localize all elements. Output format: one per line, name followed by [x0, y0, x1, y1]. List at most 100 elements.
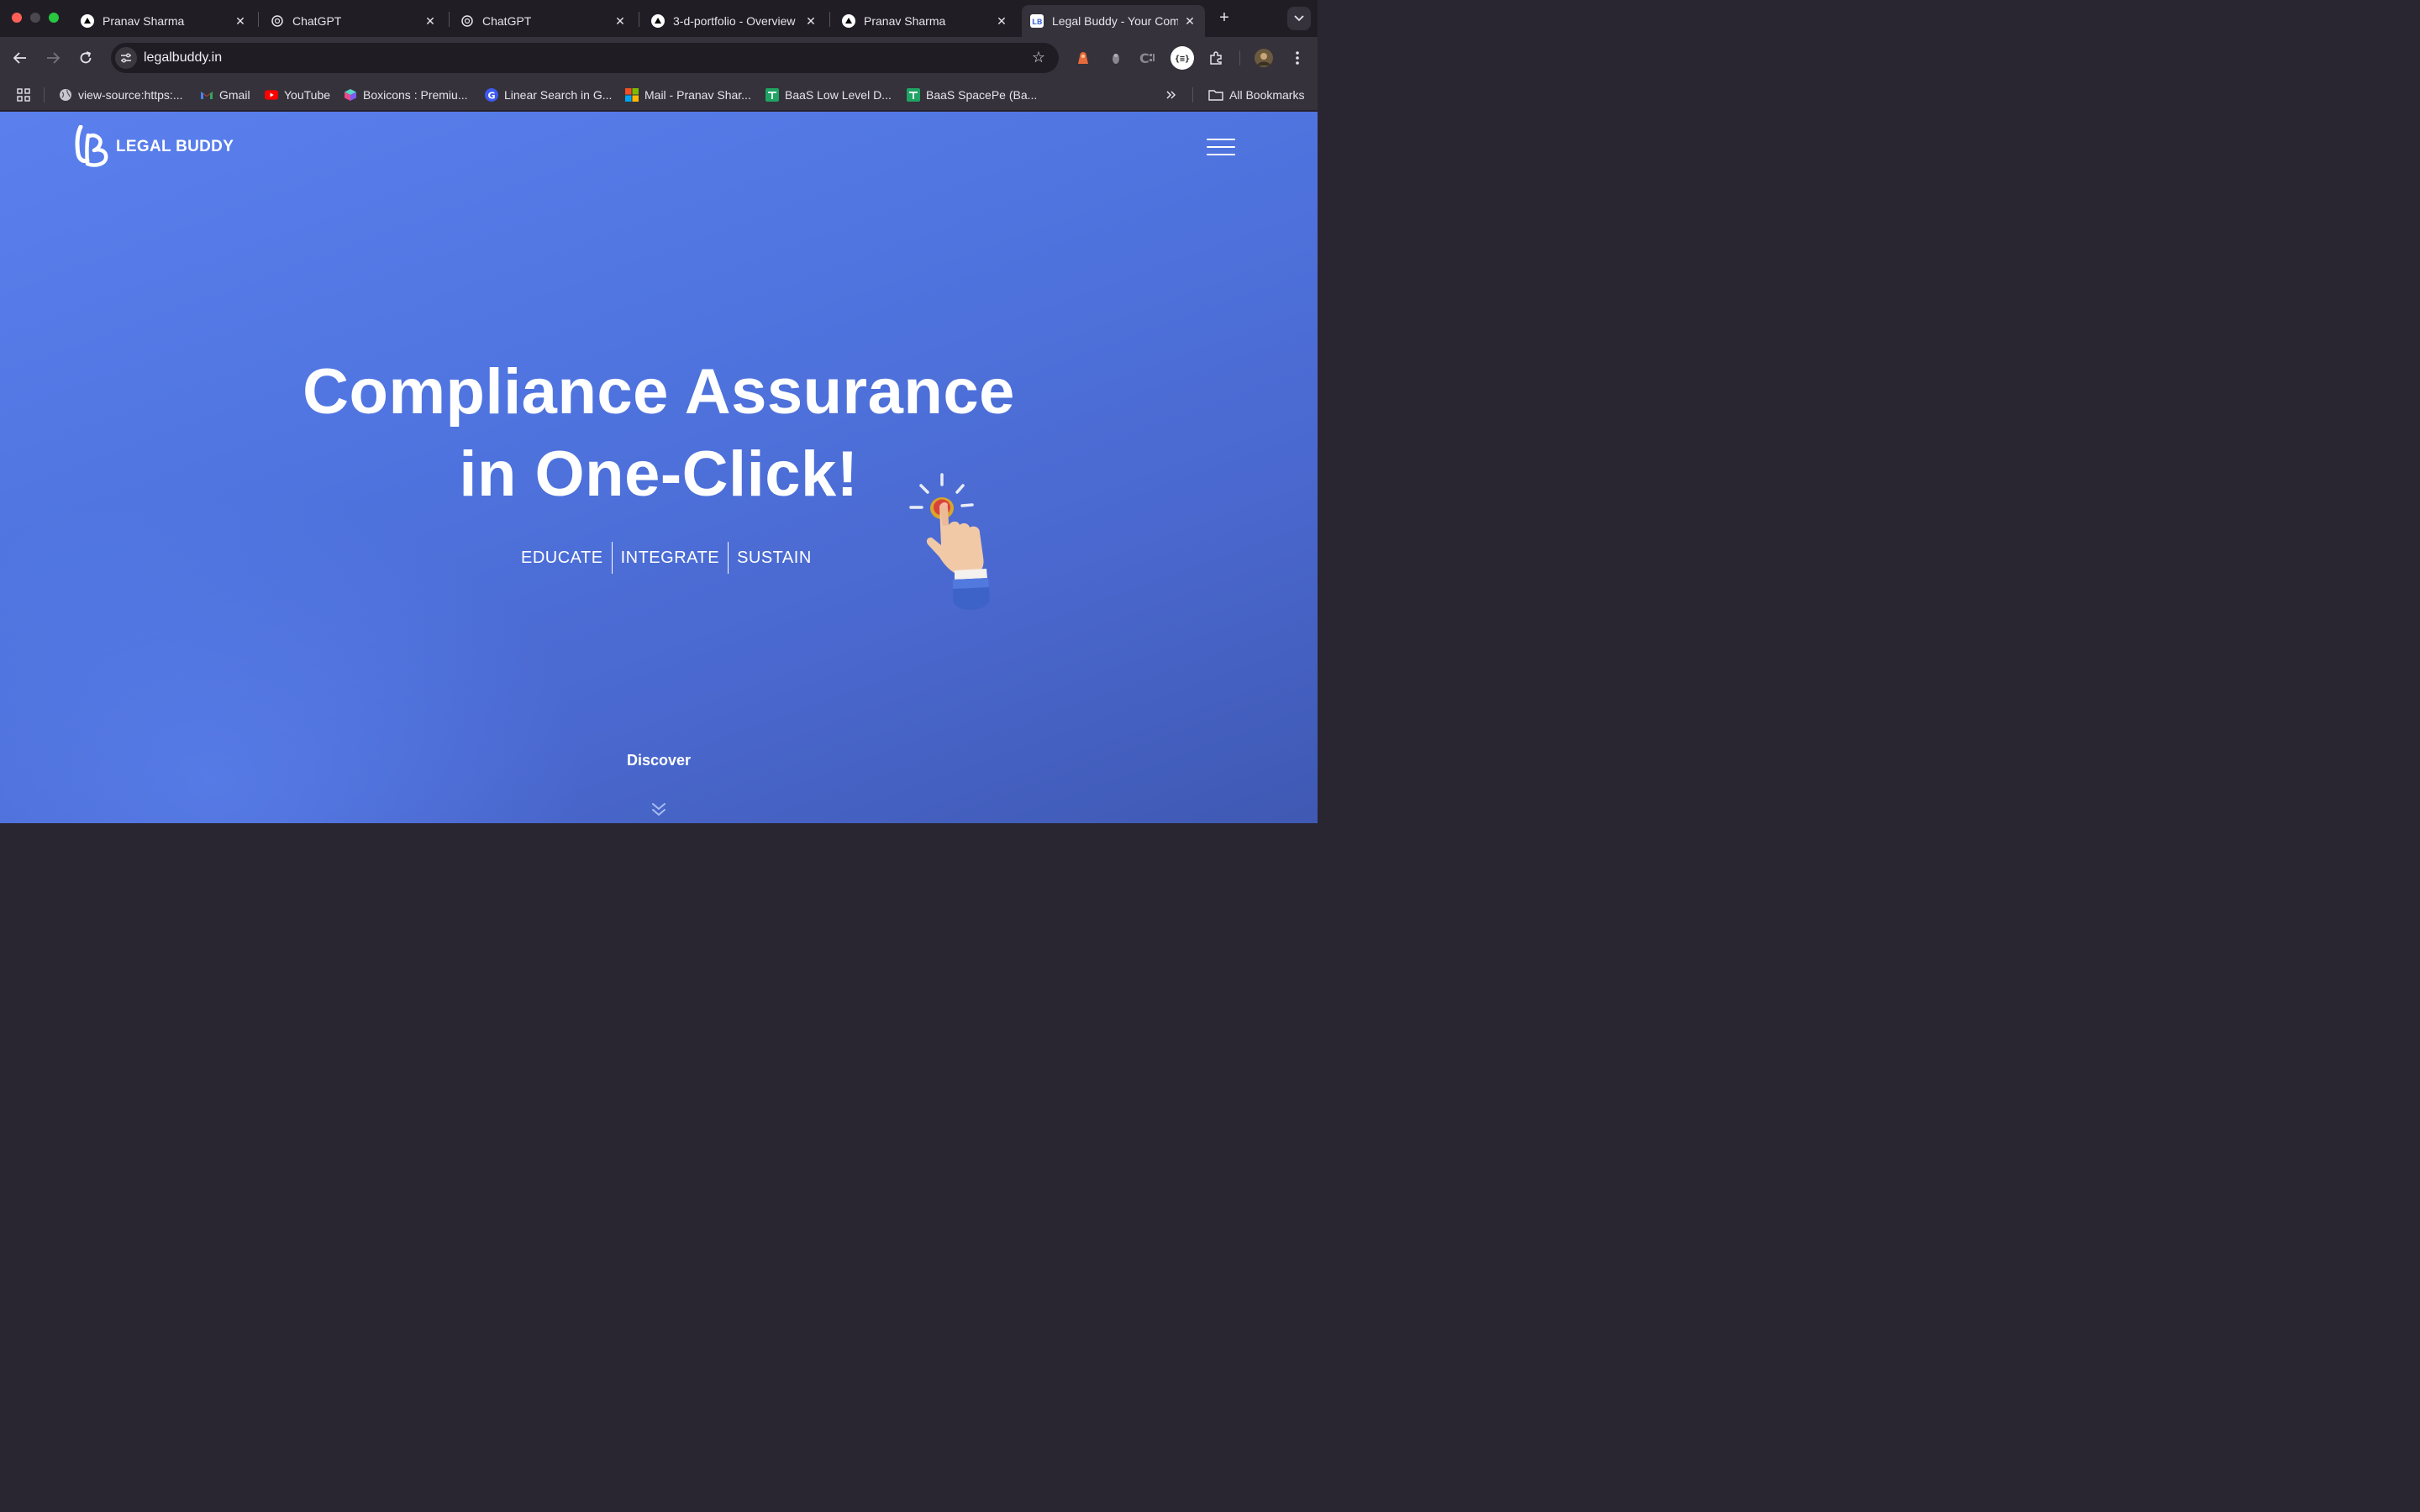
bookmark-label: Mail - Pranav Shar...: [644, 88, 751, 102]
close-tab-icon[interactable]: ✕: [424, 14, 437, 28]
extensions-puzzle-icon[interactable]: [1206, 48, 1226, 68]
svg-text:LB: LB: [1032, 18, 1043, 27]
reload-icon: [80, 51, 92, 64]
discover-link[interactable]: Discover: [0, 752, 1318, 769]
bookmark-item[interactable]: Mail - Pranav Shar...: [625, 87, 751, 102]
extension-icon[interactable]: [1106, 48, 1126, 68]
close-tab-icon[interactable]: ✕: [234, 14, 247, 28]
more-menu-icon[interactable]: [1287, 48, 1307, 68]
logo-text: LEGAL BUDDY: [116, 138, 234, 155]
browser-tab[interactable]: Pranav Sharma ✕: [72, 5, 255, 37]
tagline-sustain: SUSTAIN: [737, 548, 812, 567]
tab-divider: [449, 12, 450, 27]
hero-headline-line-1: Compliance Assurance: [302, 356, 1015, 428]
close-window-button[interactable]: [12, 13, 22, 23]
double-chevron-down-icon[interactable]: [650, 802, 667, 817]
minimize-window-button[interactable]: [30, 13, 40, 23]
tab-title: Legal Buddy - Your Com: [1052, 14, 1178, 28]
g-icon: G: [485, 88, 498, 102]
all-bookmarks-button[interactable]: All Bookmarks: [1208, 87, 1304, 102]
bookmark-label: Gmail: [219, 88, 250, 102]
browser-tab[interactable]: 3-d-portfolio - Overview ✕: [643, 5, 826, 37]
toolbar-divider: [1239, 50, 1240, 66]
browser-tab[interactable]: ChatGPT ✕: [262, 5, 445, 37]
tagline-educate: EDUCATE: [521, 548, 603, 567]
vercel-triangle-icon: [651, 14, 665, 28]
site-logo[interactable]: LEGAL BUDDY: [74, 125, 234, 169]
site-info-button[interactable]: [115, 47, 137, 69]
youtube-icon: [265, 88, 278, 102]
svg-text:C: C: [1139, 50, 1150, 66]
bookmarks-divider: [1192, 87, 1193, 102]
bookmark-label: Linear Search in G...: [504, 88, 613, 102]
tab-title: ChatGPT: [482, 14, 532, 28]
openai-icon: [271, 14, 284, 28]
gmail-icon: [200, 88, 213, 102]
tab-title: ChatGPT: [292, 14, 342, 28]
close-tab-icon[interactable]: ✕: [613, 14, 627, 28]
bookmarks-bar: view-source:https:... Gmail YouTube Boxi…: [0, 79, 1318, 111]
pointing-hand-click-icon: [909, 473, 990, 611]
tab-strip: Pranav Sharma ✕ ChatGPT ✕ ChatGPT ✕ 3-d-…: [0, 0, 1318, 37]
extension-icon[interactable]: [1073, 48, 1093, 68]
page-hero: LEGAL BUDDY Compliance Assurance in One-…: [0, 112, 1318, 823]
bookmark-label: view-source:https:...: [78, 88, 183, 102]
json-extension-icon[interactable]: {≡}: [1171, 46, 1194, 70]
openai-icon: [460, 14, 474, 28]
svg-text:{≡}: {≡}: [1175, 55, 1190, 64]
bookmarks-divider: [44, 87, 45, 102]
browser-tab[interactable]: ChatGPT ✕: [452, 5, 635, 37]
bookmark-item[interactable]: Boxicons : Premiu...: [344, 87, 468, 102]
bookmark-item[interactable]: YouTube: [265, 87, 330, 102]
bookmark-label: BaaS Low Level D...: [785, 88, 892, 102]
back-button[interactable]: [9, 47, 31, 69]
sheets-icon: [765, 88, 779, 102]
apps-grid-icon[interactable]: [17, 87, 30, 102]
close-tab-icon[interactable]: ✕: [995, 14, 1008, 28]
tab-title: 3-d-portfolio - Overview: [673, 14, 796, 28]
tune-icon: [121, 53, 131, 63]
legalbuddy-icon: LB: [1030, 14, 1044, 28]
hero-tagline: EDUCATE INTEGRATE SUSTAIN: [513, 542, 820, 574]
new-tab-button[interactable]: +: [1215, 8, 1234, 27]
svg-text:G: G: [488, 91, 496, 102]
tab-divider: [829, 12, 830, 27]
bookmark-item[interactable]: G Linear Search in G...: [485, 87, 612, 102]
tab-search-button[interactable]: [1287, 7, 1311, 30]
close-tab-icon[interactable]: ✕: [1183, 14, 1197, 28]
bookmark-label: Boxicons : Premiu...: [363, 88, 468, 102]
bookmark-item[interactable]: Gmail: [200, 87, 250, 102]
arrow-left-icon: [13, 52, 26, 64]
tab-title: Pranav Sharma: [103, 14, 185, 28]
sheets-icon: [907, 88, 920, 102]
bookmark-label: BaaS SpacePe (Ba...: [926, 88, 1038, 102]
tab-divider: [258, 12, 259, 27]
address-bar[interactable]: legalbuddy.in ☆: [111, 43, 1059, 73]
extension-icon[interactable]: C: [1139, 48, 1159, 68]
tab-title: Pranav Sharma: [864, 14, 946, 28]
folder-icon: [1208, 88, 1223, 102]
all-bookmarks-label: All Bookmarks: [1229, 88, 1305, 102]
globe-icon: [59, 88, 72, 102]
vercel-triangle-icon: [81, 14, 94, 28]
microsoft-icon: [625, 88, 639, 102]
browser-tab[interactable]: Pranav Sharma ✕: [834, 5, 1017, 37]
reload-button[interactable]: [75, 47, 97, 69]
hamburger-menu-icon[interactable]: [1207, 139, 1235, 155]
tagline-integrate: INTEGRATE: [620, 548, 720, 567]
bookmark-star-icon[interactable]: ☆: [1032, 49, 1045, 66]
url-text[interactable]: legalbuddy.in: [144, 50, 222, 66]
browser-tab-active[interactable]: LB Legal Buddy - Your Com ✕: [1022, 5, 1205, 37]
bookmark-item[interactable]: BaaS Low Level D...: [765, 87, 892, 102]
arrow-right-icon: [47, 52, 60, 64]
close-tab-icon[interactable]: ✕: [804, 14, 818, 28]
maximize-window-button[interactable]: [49, 13, 59, 23]
forward-button[interactable]: [42, 47, 64, 69]
bookmark-item[interactable]: BaaS SpacePe (Ba...: [907, 87, 1037, 102]
chevron-down-icon: [1294, 15, 1304, 22]
vercel-triangle-icon: [842, 14, 855, 28]
bookmark-item[interactable]: view-source:https:...: [59, 87, 183, 102]
legalbuddy-logo-icon: [75, 125, 108, 167]
more-bookmarks-chevron-icon[interactable]: [1165, 87, 1177, 102]
profile-avatar[interactable]: [1254, 48, 1274, 68]
